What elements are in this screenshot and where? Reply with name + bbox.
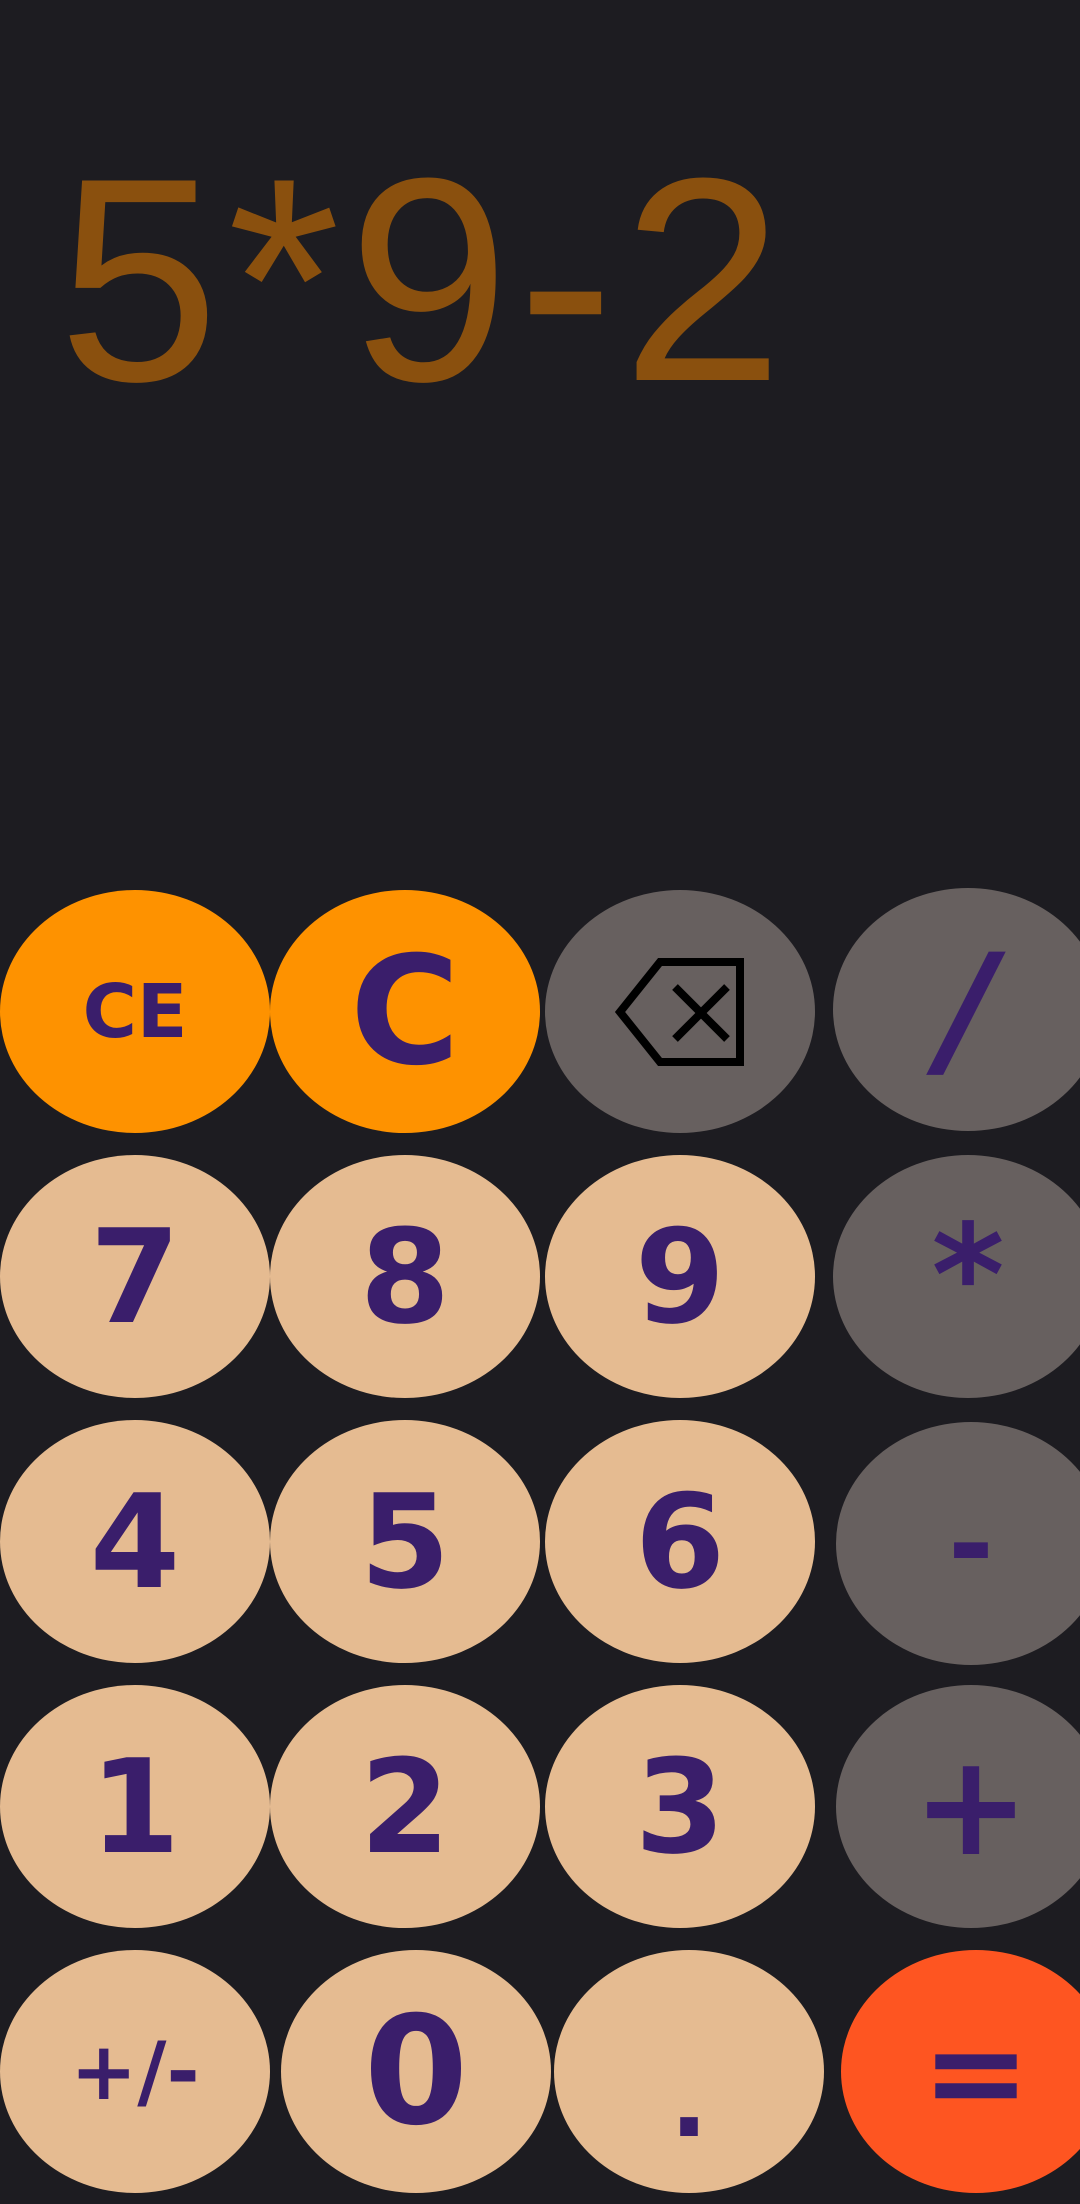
display-panel: 5*9-2 xyxy=(0,0,1080,880)
backspace-button[interactable] xyxy=(545,890,815,1133)
digit-4-label: 4 xyxy=(89,1465,181,1618)
equals-button[interactable]: = xyxy=(841,1950,1080,2193)
expression-display: 5*9-2 xyxy=(58,118,792,442)
digit-6-button[interactable]: 6 xyxy=(545,1420,815,1663)
digit-4-button[interactable]: 4 xyxy=(0,1420,270,1663)
decimal-button[interactable]: . xyxy=(554,1950,824,2193)
divide-label: / xyxy=(940,922,996,1097)
decimal-label: . xyxy=(670,2042,708,2160)
multiply-label: * xyxy=(931,1194,1005,1358)
digit-5-button[interactable]: 5 xyxy=(270,1420,540,1663)
digit-3-label: 3 xyxy=(634,1730,726,1883)
clear-button[interactable]: C xyxy=(270,890,540,1133)
digit-7-button[interactable]: 7 xyxy=(0,1155,270,1398)
multiply-button[interactable]: * xyxy=(833,1155,1080,1398)
clear-entry-button[interactable]: CE xyxy=(0,890,270,1133)
digit-5-label: 5 xyxy=(359,1465,451,1618)
add-label: + xyxy=(912,1724,1030,1888)
digit-0-label: 0 xyxy=(363,1984,469,2159)
digit-2-label: 2 xyxy=(359,1730,451,1883)
add-button[interactable]: + xyxy=(836,1685,1080,1928)
digit-6-label: 6 xyxy=(634,1465,726,1618)
digit-0-button[interactable]: 0 xyxy=(281,1950,551,2193)
digit-9-button[interactable]: 9 xyxy=(545,1155,815,1398)
negate-label: +/- xyxy=(70,2024,200,2118)
divide-button[interactable]: / xyxy=(833,888,1080,1131)
digit-2-button[interactable]: 2 xyxy=(270,1685,540,1928)
subtract-label: - xyxy=(948,1479,994,1608)
subtract-button[interactable]: - xyxy=(836,1422,1080,1665)
digit-7-label: 7 xyxy=(89,1200,181,1353)
digit-8-label: 8 xyxy=(359,1200,451,1353)
clear-label: C xyxy=(349,924,461,1099)
clear-entry-label: CE xyxy=(82,968,188,1055)
equals-label: = xyxy=(921,1995,1031,2148)
digit-1-button[interactable]: 1 xyxy=(0,1685,270,1928)
digit-1-label: 1 xyxy=(89,1730,181,1883)
backspace-icon xyxy=(615,957,745,1067)
negate-button[interactable]: +/- xyxy=(0,1950,270,2193)
digit-3-button[interactable]: 3 xyxy=(545,1685,815,1928)
digit-8-button[interactable]: 8 xyxy=(270,1155,540,1398)
calculator-screen: 5*9-2 CE C / 7 8 9 * 4 5 6 - 1 2 3 + +/-… xyxy=(0,0,1080,2204)
digit-9-label: 9 xyxy=(634,1200,726,1353)
